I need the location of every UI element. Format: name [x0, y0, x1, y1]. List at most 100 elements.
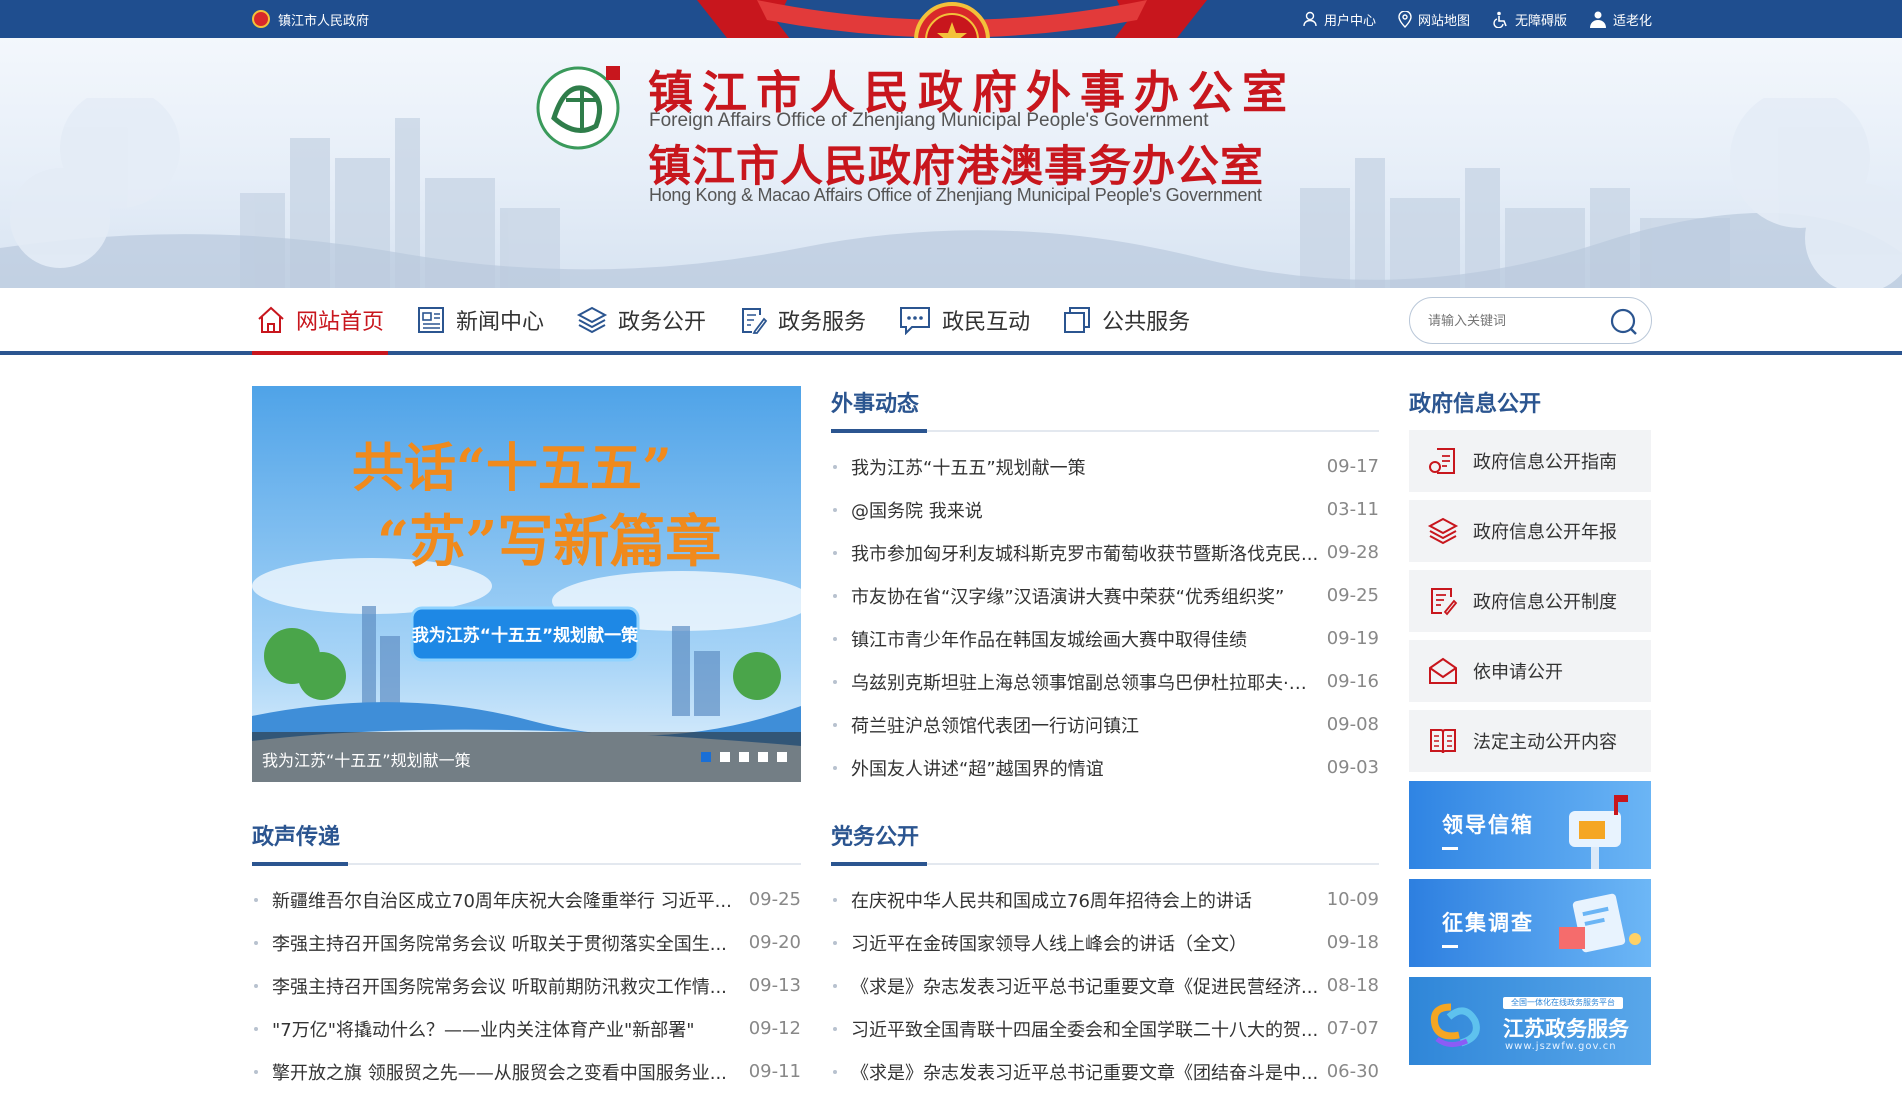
news-list-item[interactable]: 我市参加匈牙利友城科斯克罗市葡萄收获节暨斯洛伐克民... 09-28 — [831, 531, 1379, 574]
newspaper-icon — [418, 306, 445, 333]
news-list-item[interactable]: 乌兹别克斯坦驻上海总领事馆副总领事乌巴伊杜拉耶夫·库... 09-16 — [831, 660, 1379, 703]
news-item-date: 09-25 — [748, 889, 801, 910]
leader-mailbox-banner[interactable]: 领导信箱 — [1409, 781, 1651, 869]
news-list-item[interactable]: 擎开放之旗 领服贸之先——从服贸会之变看中国服务业... 09-11 — [252, 1050, 801, 1093]
news-list-item[interactable]: 我为江苏“十五五”规划献一策 09-17 — [831, 445, 1379, 488]
news-item-title[interactable]: 《求是》杂志发表习近平总书记重要文章《促进民营经济... — [851, 973, 1319, 999]
waishi-news-list: 我为江苏“十五五”规划献一策 09-17 @国务院 我来说 03-11 我市参加匈牙利友… — [831, 445, 1379, 789]
sidebar-item-statutory[interactable]: 法定主动公开内容 — [1409, 710, 1651, 772]
news-item-title[interactable]: 在庆祝中华人民共和国成立76周年招待会上的讲话 — [851, 887, 1319, 913]
nav-government-affairs-label: 政务公开 — [618, 309, 707, 335]
news-item-title[interactable]: 李强主持召开国务院常务会议 听取前期防汛救灾工作情... — [272, 973, 741, 999]
hk-macao-office-title-en: Hong Kong & Macao Affairs Office of Zhen… — [649, 185, 1262, 205]
jiangsu-service-banner[interactable]: 全国一体化在线政务服务平台 江苏政务服务 www.jszwfw.gov.cn — [1409, 977, 1651, 1065]
news-item-title[interactable]: 乌兹别克斯坦驻上海总领事馆副总领事乌巴伊杜拉耶夫·库... — [851, 669, 1319, 695]
news-list-item[interactable]: 《求是》杂志发表习近平总书记重要文章《团结奋斗是中... 06-30 — [831, 1050, 1379, 1093]
nav-public-services-label: 公共服务 — [1102, 309, 1191, 335]
sidebar-item-guide[interactable]: 政府信息公开指南 — [1409, 430, 1651, 492]
news-list-item[interactable]: 习近平致全国青联十四届全委会和全国学联二十八大的贺... 07-07 — [831, 1007, 1379, 1050]
sidebar-item-system[interactable]: 政府信息公开制度 — [1409, 570, 1651, 632]
news-item-title[interactable]: 习近平致全国青联十四届全委会和全国学联二十八大的贺... — [851, 1016, 1319, 1042]
elderly-icon — [1589, 11, 1606, 28]
news-list-item[interactable]: 《求是》杂志发表习近平总书记重要文章《促进民营经济... 08-18 — [831, 964, 1379, 1007]
news-item-title[interactable]: 镇江市青少年作品在韩国友城绘画大赛中取得佳绩 — [851, 626, 1319, 652]
chat-icon — [900, 306, 931, 335]
document-list-icon — [1431, 588, 1458, 616]
nav-news-center[interactable]: 新闻中心 — [412, 288, 548, 351]
sidebar-item-guide-label: 政府信息公开指南 — [1473, 452, 1617, 473]
news-list-item[interactable]: 李强主持召开国务院常务会议 听取前期防汛救灾工作情... 09-13 — [252, 964, 801, 1007]
carousel-dot[interactable] — [758, 752, 768, 762]
news-item-title[interactable]: 外国友人讲述“超”越国界的情谊 — [851, 755, 1319, 781]
search-icon[interactable] — [1609, 307, 1639, 337]
news-list-item[interactable]: 外国友人讲述“超”越国界的情谊 09-03 — [831, 746, 1379, 789]
sidebar-item-application[interactable]: 依申请公开 — [1409, 640, 1651, 702]
zhengsheng-section-title[interactable]: 政声传递 — [252, 819, 340, 851]
news-carousel[interactable]: 共话“十五五” “苏”写新篇章 我为江苏“十五五”规划献一策 我为江苏“十五五”… — [252, 386, 801, 782]
news-item-title[interactable]: @国务院 我来说 — [851, 497, 1319, 523]
carousel-caption-bar: 我为江苏“十五五”规划献一策 — [252, 732, 801, 782]
survey-banner[interactable]: 征集调查 — [1409, 879, 1651, 967]
guide-doc-icon — [1429, 448, 1455, 474]
news-item-title[interactable]: "7万亿"将撬动什么？——业内关注体育产业"新部署" — [272, 1016, 741, 1042]
dangwu-section-underline — [831, 862, 1379, 866]
dangwu-news-list: 在庆祝中华人民共和国成立76周年招待会上的讲话 10-09 习近平在金砖国家领导人线… — [831, 878, 1379, 1093]
news-list-item[interactable]: 市友协在省“汉字缘”汉语演讲大赛中荣获“优秀组织奖” 09-25 — [831, 574, 1379, 617]
news-item-title[interactable]: 习近平在金砖国家领导人线上峰会的讲话（全文） — [851, 930, 1319, 956]
nav-government-services[interactable]: 政务服务 — [734, 288, 870, 351]
sidebar-title[interactable]: 政府信息公开 — [1409, 386, 1541, 418]
news-item-title[interactable]: 李强主持召开国务院常务会议 听取关于贯彻落实全国生... — [272, 930, 741, 956]
news-item-date: 09-25 — [1326, 585, 1379, 606]
news-item-title[interactable]: 荷兰驻沪总领馆代表团一行访问镇江 — [851, 712, 1319, 738]
nav-public-services[interactable]: 公共服务 — [1058, 288, 1194, 351]
news-item-title[interactable]: 我市参加匈牙利友城科斯克罗市葡萄收获节暨斯洛伐克民... — [851, 540, 1319, 566]
dangwu-section-title[interactable]: 党务公开 — [831, 819, 919, 851]
waishi-section-title[interactable]: 外事动态 — [831, 386, 919, 418]
news-item-date: 09-20 — [748, 932, 801, 953]
news-item-title[interactable]: 擎开放之旗 领服贸之先——从服贸会之变看中国服务业... — [272, 1059, 741, 1085]
site-map-link[interactable]: 网站地图 — [1398, 10, 1470, 29]
news-list-item[interactable]: 习近平在金砖国家领导人线上峰会的讲话（全文） 09-18 — [831, 921, 1379, 964]
nav-home-label: 网站首页 — [296, 309, 385, 335]
news-list-item[interactable]: 荷兰驻沪总领馆代表团一行访问镇江 09-08 — [831, 703, 1379, 746]
office-logo-icon — [536, 66, 620, 150]
news-item-title[interactable]: 《求是》杂志发表习近平总书记重要文章《团结奋斗是中... — [851, 1059, 1319, 1085]
national-emblem-icon — [252, 10, 270, 28]
news-list-item[interactable]: "7万亿"将撬动什么？——业内关注体育产业"新部署" 09-12 — [252, 1007, 801, 1050]
top-links: 用户中心 网站地图 无障碍版 适老化 — [1302, 0, 1652, 38]
elderly-mode-label: 适老化 — [1612, 13, 1652, 29]
carousel-banner-button: 我为江苏“十五五”规划献一策 — [412, 625, 639, 646]
nav-interaction[interactable]: 政民互动 — [894, 288, 1034, 351]
news-list-item[interactable]: 在庆祝中华人民共和国成立76周年招待会上的讲话 10-09 — [831, 878, 1379, 921]
jiangsu-service-sublabel: 全国一体化在线政务服务平台 — [1511, 998, 1615, 1007]
carousel-dot[interactable] — [701, 752, 711, 762]
news-item-date: 09-12 — [748, 1018, 801, 1039]
news-item-title[interactable]: 市友协在省“汉字缘”汉语演讲大赛中荣获“优秀组织奖” — [851, 583, 1319, 609]
nav-government-affairs[interactable]: 政务公开 — [572, 288, 710, 351]
nav-home[interactable]: 网站首页 — [252, 288, 389, 355]
news-item-date: 09-17 — [1326, 456, 1379, 477]
search-input[interactable] — [1428, 310, 1598, 332]
site-name[interactable]: 镇江市人民政府 — [252, 0, 369, 38]
news-item-date: 09-08 — [1326, 714, 1379, 735]
carousel-caption[interactable]: 我为江苏“十五五”规划献一策 — [262, 747, 471, 771]
news-item-title[interactable]: 我为江苏“十五五”规划献一策 — [851, 454, 1319, 480]
carousel-banner-line1: 共话“十五五” — [352, 438, 672, 499]
user-center-link[interactable]: 用户中心 — [1302, 10, 1376, 29]
news-item-date: 09-28 — [1326, 542, 1379, 563]
carousel-dot[interactable] — [739, 752, 749, 762]
news-list-item[interactable]: @国务院 我来说 03-11 — [831, 488, 1379, 531]
carousel-dot[interactable] — [720, 752, 730, 762]
sidebar-item-annual-report[interactable]: 政府信息公开年报 — [1409, 500, 1651, 562]
layers-icon — [576, 306, 608, 333]
accessibility-link[interactable]: 无障碍版 — [1492, 10, 1567, 29]
news-item-date: 09-13 — [748, 975, 801, 996]
news-list-item[interactable]: 镇江市青少年作品在韩国友城绘画大赛中取得佳绩 09-19 — [831, 617, 1379, 660]
news-list-item[interactable]: 新疆维吾尔自治区成立70周年庆祝大会隆重举行 习近平... 09-25 — [252, 878, 801, 921]
news-list-item[interactable]: 李强主持召开国务院常务会议 听取关于贯彻落实全国生... 09-20 — [252, 921, 801, 964]
carousel-dot[interactable] — [777, 752, 787, 762]
waishi-section-underline — [831, 429, 1379, 433]
elderly-mode-link[interactable]: 适老化 — [1589, 10, 1652, 29]
news-item-title[interactable]: 新疆维吾尔自治区成立70周年庆祝大会隆重举行 习近平... — [272, 887, 741, 913]
carousel-slide-image: 共话“十五五” “苏”写新篇章 我为江苏“十五五”规划献一策 — [252, 386, 801, 782]
